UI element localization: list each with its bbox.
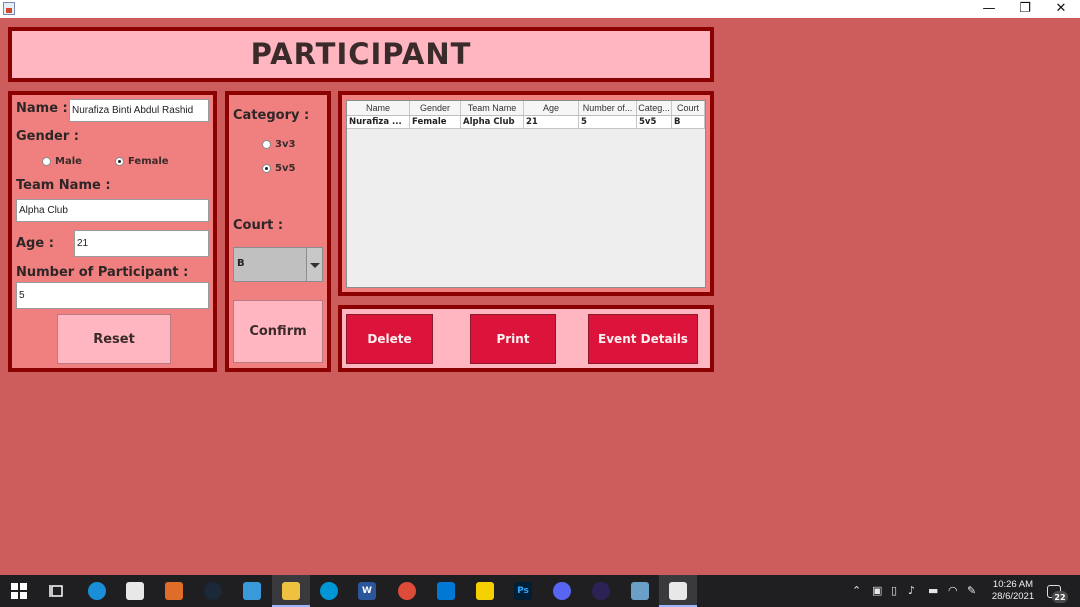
chrome-icon[interactable] [398, 582, 416, 600]
column-header-gender[interactable]: Gender [410, 101, 461, 115]
age-label: Age : [16, 236, 54, 251]
clock-time: 10:26 AM [992, 579, 1034, 590]
taskbar: W Ps ⌃ ▣ ▯ ♪ ▬ ◠ ✎ 10:26 AM 28/6/2021 22 [0, 575, 1080, 607]
table-row[interactable]: Nurafiza ... Female Alpha Club 21 5 5v5 … [347, 116, 705, 129]
cell-number[interactable]: 5 [579, 116, 637, 129]
restore-button[interactable]: ❐ [1007, 0, 1043, 18]
clock-date: 28/6/2021 [991, 591, 1035, 602]
cell-court[interactable]: B [672, 116, 705, 129]
table-header: Name Gender Team Name Age Number of... C… [347, 101, 705, 116]
column-header-number[interactable]: Number of... [579, 101, 637, 115]
gender-female-radio[interactable] [115, 157, 124, 166]
column-header-age[interactable]: Age [524, 101, 579, 115]
microsoft-store-icon[interactable] [126, 582, 144, 600]
gender-label: Gender : [16, 129, 80, 144]
gender-male-label: Male [55, 156, 82, 167]
category-5v5-radio[interactable] [262, 164, 271, 173]
eclipse-icon[interactable] [592, 582, 610, 600]
reset-button[interactable]: Reset [57, 314, 171, 364]
category-5v5-label: 5v5 [275, 163, 296, 174]
cell-name[interactable]: Nurafiza ... [347, 116, 410, 129]
title-panel: PARTICIPANT [8, 27, 714, 82]
sticky-notes-icon[interactable] [476, 582, 494, 600]
team-name-label: Team Name : [16, 178, 111, 193]
gender-male-radio[interactable] [42, 157, 51, 166]
name-label: Name : [16, 101, 68, 116]
window-titlebar: — ❐ ✕ [0, 0, 1080, 18]
task-view-icon[interactable] [48, 582, 66, 600]
participant-form-panel: Name : Nurafiza Binti Abdul Rashid Gende… [8, 91, 217, 372]
battery-icon[interactable]: ▬ [928, 584, 938, 597]
print-button[interactable]: Print [470, 314, 556, 364]
court-dropdown[interactable]: B [233, 247, 323, 282]
participant-table[interactable]: Name Gender Team Name Age Number of... C… [346, 100, 706, 288]
column-header-court[interactable]: Court [672, 101, 705, 115]
media-player-icon[interactable] [165, 582, 183, 600]
column-header-name[interactable]: Name [347, 101, 410, 115]
close-button[interactable]: ✕ [1043, 0, 1079, 18]
category-3v3-label: 3v3 [275, 139, 296, 150]
name-field[interactable]: Nurafiza Binti Abdul Rashid [69, 99, 209, 122]
participants-field[interactable]: 5 [16, 282, 209, 309]
confirm-button[interactable]: Confirm [233, 300, 323, 363]
cell-gender[interactable]: Female [410, 116, 461, 129]
word-icon[interactable]: W [358, 582, 376, 600]
windows-start-icon[interactable] [10, 582, 28, 600]
file-explorer-icon[interactable] [282, 582, 300, 600]
cell-team-name[interactable]: Alpha Club [461, 116, 524, 129]
participants-label: Number of Participant : [16, 265, 189, 280]
court-dropdown-value: B [237, 258, 245, 269]
category-panel: Category : 3v3 5v5 Court : B Confirm [225, 91, 331, 372]
cell-age[interactable]: 21 [524, 116, 579, 129]
photos-icon[interactable] [243, 582, 261, 600]
category-3v3-radio[interactable] [262, 140, 271, 149]
edge-browser-icon[interactable] [88, 582, 106, 600]
java-app-icon [3, 2, 15, 15]
actions-panel: Delete Print Event Details [338, 305, 714, 372]
mail-icon[interactable] [437, 582, 455, 600]
delete-button[interactable]: Delete [346, 314, 433, 364]
notification-badge: 22 [1052, 591, 1068, 603]
chevron-down-icon[interactable] [306, 248, 322, 281]
hp-icon[interactable] [320, 582, 338, 600]
photoshop-icon[interactable]: Ps [514, 582, 532, 600]
notepad-icon[interactable] [631, 582, 649, 600]
cell-category[interactable]: 5v5 [637, 116, 672, 129]
chevron-up-icon[interactable]: ⌃ [852, 584, 861, 597]
gender-female-label: Female [128, 156, 169, 167]
age-field[interactable]: 21 [74, 230, 209, 257]
minimize-button[interactable]: — [971, 0, 1007, 18]
page-title: PARTICIPANT [250, 37, 472, 71]
team-name-field[interactable]: Alpha Club [16, 199, 209, 222]
pen-icon[interactable]: ✎ [967, 584, 976, 597]
event-details-button[interactable]: Event Details [588, 314, 698, 364]
taskbar-clock[interactable]: 10:26 AM 28/6/2021 [988, 579, 1038, 603]
court-label: Court : [233, 218, 284, 233]
steam-icon[interactable] [204, 582, 222, 600]
wifi-icon[interactable]: ◠ [948, 584, 958, 597]
category-label: Category : [233, 108, 310, 123]
column-header-team-name[interactable]: Team Name [461, 101, 524, 115]
usb-icon[interactable]: ▯ [891, 584, 897, 597]
speaker-icon[interactable]: ♪ [908, 584, 915, 597]
java-app-taskbar-icon[interactable] [669, 582, 687, 600]
meet-now-icon[interactable]: ▣ [872, 584, 882, 597]
column-header-category[interactable]: Categ... [637, 101, 672, 115]
discord-icon[interactable] [553, 582, 571, 600]
